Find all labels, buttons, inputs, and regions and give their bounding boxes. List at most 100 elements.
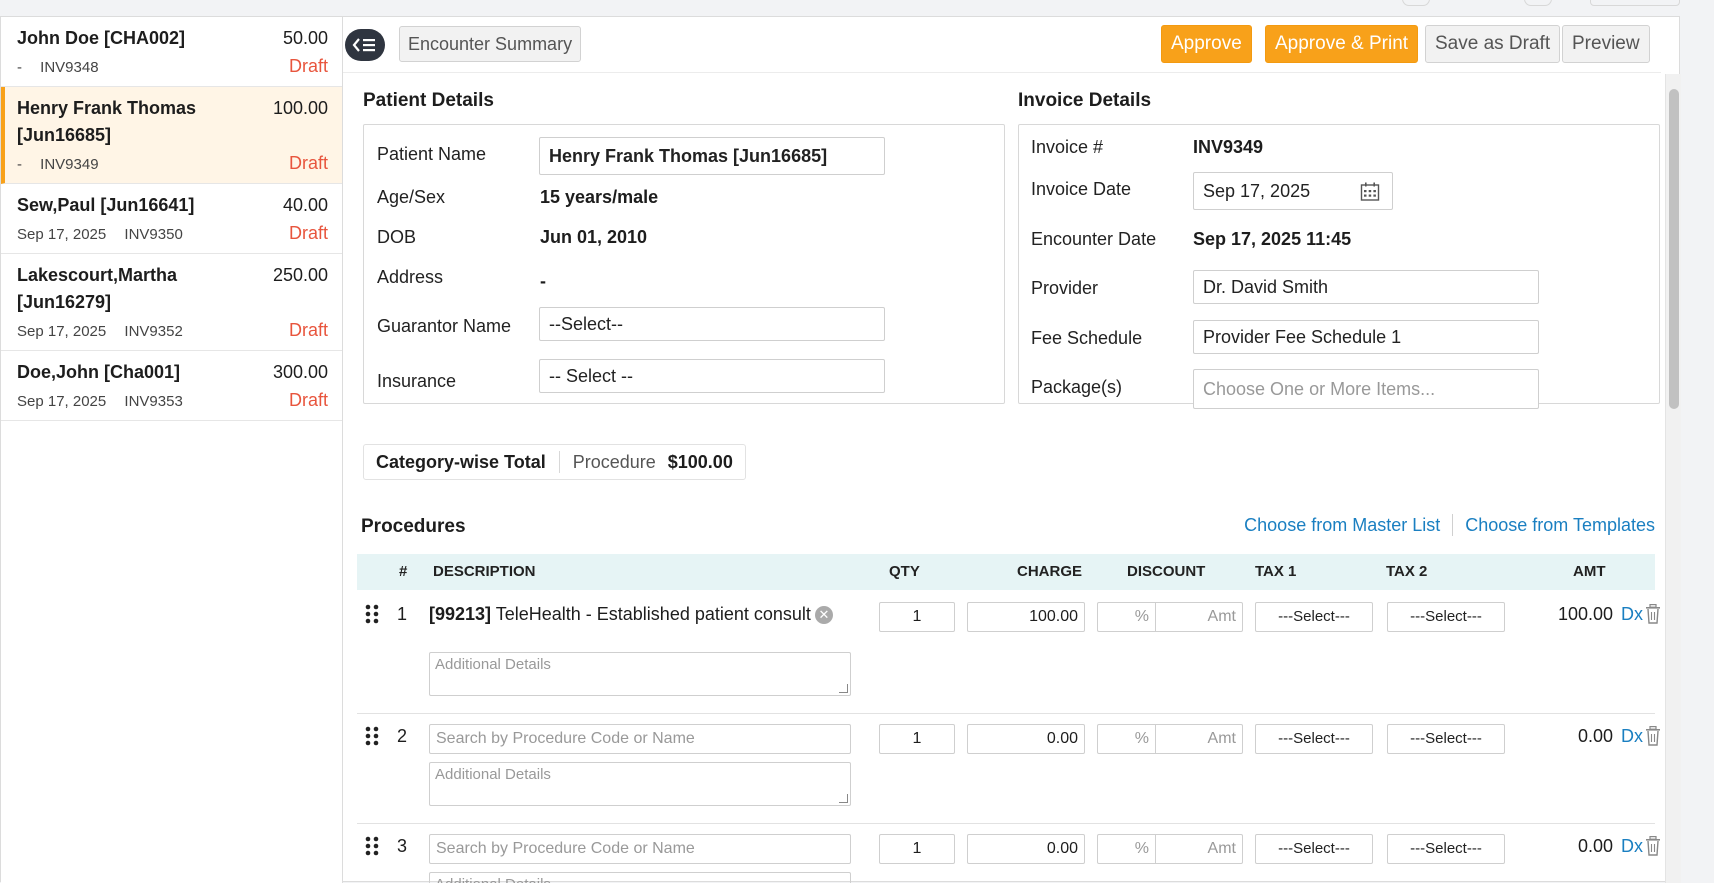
tax1-select[interactable]: ---Select---	[1255, 834, 1373, 864]
procedures-table-header: # DESCRIPTION QTY CHARGE DISCOUNT TAX 1 …	[357, 554, 1655, 590]
packages-multiselect[interactable]: Choose One or More Items...	[1193, 369, 1539, 409]
additional-details-input[interactable]: Additional Details	[429, 872, 851, 883]
invoice-status: Draft	[288, 56, 328, 76]
discount-amount-input[interactable]: Amt	[1208, 725, 1236, 753]
category-total-label: Category-wise Total	[376, 451, 546, 472]
drag-handle-icon[interactable]	[365, 604, 379, 629]
additional-details-input[interactable]: Additional Details	[429, 762, 851, 806]
scrollbar-thumb[interactable]	[1669, 89, 1679, 409]
clear-procedure-icon[interactable]: ✕	[815, 606, 833, 624]
procedures-title: Procedures	[361, 516, 466, 537]
invoice-amount: 250.00	[272, 265, 328, 285]
col-tax1: TAX 1	[1255, 563, 1297, 580]
invoice-amount: 100.00	[272, 98, 328, 118]
row-number: 1	[397, 604, 408, 624]
dx-link[interactable]: Dx	[1621, 836, 1643, 857]
col-description: DESCRIPTION	[433, 563, 536, 580]
drag-handle-icon[interactable]	[365, 836, 379, 861]
approve-button[interactable]: Approve	[1161, 25, 1252, 63]
delete-row-icon[interactable]	[1645, 836, 1661, 861]
procedure-search-input[interactable]: Search by Procedure Code or Name	[429, 724, 851, 754]
discount-amount-input[interactable]: Amt	[1208, 603, 1236, 631]
invoice-list-item-selected[interactable]: Henry Frank Thomas [Jun16685] 100.00 - I…	[1, 87, 342, 184]
insurance-select[interactable]: -- Select --	[539, 359, 885, 393]
invoice-date: -	[17, 156, 22, 173]
encounter-summary-button[interactable]: Encounter Summary	[399, 26, 582, 62]
toolbar: Encounter Summary Approve Approve & Prin…	[343, 17, 1661, 73]
dx-link[interactable]: Dx	[1621, 604, 1643, 625]
invoice-patient-name: John Doe [CHA002]	[17, 28, 186, 48]
invoice-list-item[interactable]: Sew,Paul [Jun16641] 40.00 Sep 17, 2025 I…	[1, 184, 342, 254]
category-value: $100.00	[667, 451, 733, 472]
top-control[interactable]	[1590, 0, 1680, 6]
tax2-select[interactable]: ---Select---	[1387, 724, 1505, 754]
preview-button[interactable]: Preview	[1562, 25, 1650, 63]
col-charge: CHARGE	[1017, 563, 1083, 580]
tax1-select[interactable]: ---Select---	[1255, 602, 1373, 632]
provider-label: Provider	[1031, 278, 1099, 298]
category-total: Category-wise Total Procedure $100.00	[363, 444, 746, 480]
address-label: Address	[377, 267, 444, 287]
discount-percent-input[interactable]: %	[1098, 603, 1156, 631]
vertical-scrollbar[interactable]	[1665, 74, 1681, 883]
discount-input[interactable]: % Amt	[1097, 724, 1243, 754]
qty-input[interactable]: 1	[879, 724, 955, 754]
procedure-row: 1 [99213] TeleHealth - Established patie…	[357, 590, 1660, 714]
additional-details-input[interactable]: Additional Details	[429, 652, 851, 696]
charge-input[interactable]: 0.00	[967, 724, 1085, 754]
procedure-links: Choose from Master List Choose from Temp…	[1244, 514, 1655, 536]
save-draft-button[interactable]: Save as Draft	[1425, 25, 1561, 63]
invoice-list-item[interactable]: Doe,John [Cha001] 300.00 Sep 17, 2025 IN…	[1, 351, 342, 421]
dx-link[interactable]: Dx	[1621, 726, 1643, 747]
approve-print-button[interactable]: Approve & Print	[1265, 25, 1419, 63]
category-name: Procedure	[572, 451, 656, 472]
tax2-select[interactable]: ---Select---	[1387, 834, 1505, 864]
calendar-icon[interactable]	[1360, 182, 1380, 202]
delete-row-icon[interactable]	[1645, 604, 1661, 629]
invoice-number: INV9350	[124, 226, 183, 243]
choose-master-list-link[interactable]: Choose from Master List	[1244, 515, 1440, 536]
invoice-amount: 50.00	[282, 28, 328, 48]
collapse-list-icon	[352, 38, 375, 52]
charge-input[interactable]: 0.00	[967, 834, 1085, 864]
patient-details-title: Patient Details	[363, 90, 494, 111]
invoice-date-picker[interactable]: Sep 17, 2025	[1193, 172, 1393, 210]
discount-percent-input[interactable]: %	[1098, 835, 1156, 863]
dob-value: Jun 01, 2010	[540, 227, 648, 247]
tax2-select[interactable]: ---Select---	[1387, 602, 1505, 632]
category-divider	[558, 451, 560, 473]
dob-label: DOB	[377, 227, 417, 247]
invoice-app: John Doe [CHA002] 50.00 - INV9348 Draft …	[0, 16, 1681, 883]
invoice-details-box: Invoice # INV9349 Invoice Date Sep 17, 2…	[1018, 124, 1660, 409]
fee-schedule-label: Fee Schedule	[1031, 328, 1143, 348]
top-control[interactable]	[1402, 0, 1430, 6]
invoice-patient-name: Doe,John [Cha001]	[17, 362, 181, 382]
qty-input[interactable]: 1	[879, 602, 955, 632]
discount-amount-input[interactable]: Amt	[1208, 835, 1236, 863]
procedure-description: [99213] TeleHealth - Established patient…	[429, 603, 829, 625]
provider-select[interactable]: Dr. David Smith	[1193, 270, 1539, 304]
tax1-select[interactable]: ---Select---	[1255, 724, 1373, 754]
procedure-search-input[interactable]: Search by Procedure Code or Name	[429, 834, 851, 864]
col-amt: AMT	[1573, 563, 1606, 580]
invoice-status: Draft	[288, 390, 328, 410]
fee-schedule-select[interactable]: Provider Fee Schedule 1	[1193, 320, 1539, 354]
charge-input[interactable]: 100.00	[967, 602, 1085, 632]
choose-templates-link[interactable]: Choose from Templates	[1465, 515, 1655, 536]
drag-handle-icon[interactable]	[365, 726, 379, 751]
collapse-sidebar-button[interactable]	[345, 29, 385, 61]
qty-input[interactable]: 1	[879, 834, 955, 864]
row-number: 3	[397, 836, 408, 856]
discount-input[interactable]: % Amt	[1097, 834, 1243, 864]
invoice-patient-name: Sew,Paul [Jun16641]	[17, 195, 195, 215]
discount-percent-input[interactable]: %	[1098, 725, 1156, 753]
invoice-meta: - INV9348	[17, 58, 328, 78]
invoice-list-item[interactable]: John Doe [CHA002] 50.00 - INV9348 Draft	[1, 17, 342, 87]
invoice-list-item[interactable]: Lakescourt,Martha [Jun16279] 250.00 Sep …	[1, 254, 342, 351]
patient-name-field[interactable]: Henry Frank Thomas [Jun16685]	[539, 137, 885, 175]
top-control[interactable]	[1524, 0, 1552, 6]
guarantor-select[interactable]: --Select--	[539, 307, 885, 341]
delete-row-icon[interactable]	[1645, 726, 1661, 751]
invoice-meta: Sep 17, 2025 INV9352	[17, 322, 328, 342]
discount-input[interactable]: % Amt	[1097, 602, 1243, 632]
